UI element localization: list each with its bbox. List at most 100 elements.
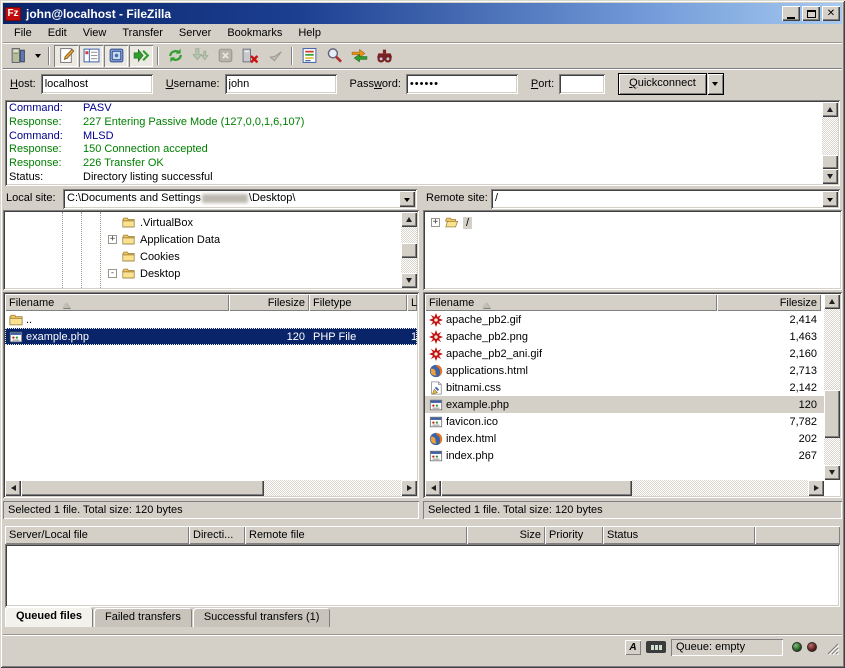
find-files-button[interactable] <box>372 45 396 67</box>
log-scrollbar[interactable] <box>822 102 838 184</box>
remote-list-header: Filename Filesize <box>425 294 824 311</box>
minimize-button[interactable] <box>782 6 800 21</box>
menu-view[interactable]: View <box>75 25 115 41</box>
column-header-filename[interactable]: Filename <box>5 294 229 311</box>
column-header-size[interactable]: Size <box>467 526 545 544</box>
column-header-filetype[interactable]: Filetype <box>309 294 407 311</box>
menu-bookmarks[interactable]: Bookmarks <box>219 25 290 41</box>
scroll-down-arrow[interactable] <box>822 169 838 184</box>
toggle-remote-tree-button[interactable] <box>104 45 128 67</box>
file-row-selected[interactable]: example.php 120 PHP File 1 <box>5 328 417 345</box>
menu-file[interactable]: File <box>6 25 40 41</box>
tree-item[interactable]: .VirtualBox <box>5 214 401 231</box>
remote-site-dropdown-button[interactable] <box>822 191 838 207</box>
file-row-selected[interactable]: example.php 120 <box>425 396 824 413</box>
toggle-transfer-queue-button[interactable] <box>129 45 153 67</box>
directory-comparison-button[interactable] <box>322 45 346 67</box>
toggle-message-log-button[interactable] <box>54 45 78 67</box>
remote-list-scrollbar[interactable] <box>824 294 840 480</box>
speed-limits-icon[interactable] <box>646 641 666 653</box>
maximize-button[interactable] <box>802 6 820 21</box>
refresh-button[interactable] <box>163 45 187 67</box>
scroll-up-arrow[interactable] <box>401 212 417 227</box>
expander[interactable]: + <box>431 218 440 227</box>
local-list-horizontal-scrollbar[interactable] <box>5 480 417 496</box>
cancel-operation-button[interactable] <box>213 45 237 67</box>
username-input[interactable] <box>225 74 337 94</box>
scroll-down-arrow[interactable] <box>401 273 417 288</box>
file-row[interactable]: apache_pb2_ani.gif 2,160 <box>425 345 824 362</box>
column-header-server-local-file[interactable]: Server/Local file <box>5 526 189 544</box>
process-queue-button[interactable] <box>188 45 212 67</box>
host-input[interactable] <box>41 74 153 94</box>
file-row[interactable]: applications.html 2,713 <box>425 362 824 379</box>
column-header-priority[interactable]: Priority <box>545 526 603 544</box>
file-row[interactable]: .. <box>5 311 417 328</box>
file-row[interactable]: index.html 202 <box>425 430 824 447</box>
expander[interactable]: - <box>108 269 117 278</box>
tab-successful-transfers[interactable]: Successful transfers (1) <box>193 608 331 627</box>
column-header-filename[interactable]: Filename <box>425 294 717 311</box>
file-row[interactable]: apache_pb2.png 1,463 <box>425 328 824 345</box>
minimize-icon <box>787 17 795 19</box>
resize-grip-icon[interactable] <box>824 640 839 655</box>
column-header-filesize[interactable]: Filesize <box>229 294 309 311</box>
scrollbar-thumb[interactable] <box>21 480 264 496</box>
local-site-combo[interactable]: C:\Documents and Settings\Desktop\ <box>63 189 417 209</box>
title-bar[interactable]: Fz john@localhost - FileZilla ✕ <box>3 3 842 24</box>
tree-item[interactable]: + / <box>425 214 840 231</box>
menu-help[interactable]: Help <box>290 25 329 41</box>
scroll-right-arrow[interactable] <box>808 480 824 496</box>
column-header-status[interactable]: Status <box>603 526 755 544</box>
remote-site-combo[interactable]: / <box>491 189 840 209</box>
tab-queued-files[interactable]: Queued files <box>5 607 93 627</box>
synchronized-browsing-button[interactable] <box>347 45 371 67</box>
site-manager-dropdown-button[interactable] <box>31 45 44 67</box>
local-tree-scrollbar[interactable] <box>401 212 417 288</box>
directory-listing-filters-button[interactable] <box>297 45 321 67</box>
scroll-right-arrow[interactable] <box>401 480 417 496</box>
tree-item[interactable]: - Desktop <box>5 265 401 282</box>
file-row[interactable]: apache_pb2.gif 2,414 <box>425 311 824 328</box>
scroll-up-arrow[interactable] <box>822 102 838 117</box>
tab-failed-transfers[interactable]: Failed transfers <box>94 608 192 627</box>
expander[interactable] <box>108 218 117 227</box>
menu-transfer[interactable]: Transfer <box>114 25 171 41</box>
scrollbar-thumb[interactable] <box>824 390 840 438</box>
reconnect-button[interactable] <box>263 45 287 67</box>
port-input[interactable] <box>559 74 605 94</box>
queue-body[interactable] <box>5 544 840 607</box>
site-manager-button[interactable] <box>6 45 30 67</box>
tree-item[interactable]: + Application Data <box>5 231 401 248</box>
local-site-dropdown-button[interactable] <box>399 191 415 207</box>
remote-list-horizontal-scrollbar[interactable] <box>425 480 824 496</box>
scroll-up-arrow[interactable] <box>824 294 840 309</box>
column-header-last-modified[interactable]: L <box>407 294 417 311</box>
menu-edit[interactable]: Edit <box>40 25 75 41</box>
column-header-direction[interactable]: Directi... <box>189 526 245 544</box>
file-row[interactable]: bitnami.css 2,142 <box>425 379 824 396</box>
quickconnect-dropdown-button[interactable] <box>708 73 724 95</box>
disconnect-button[interactable] <box>238 45 262 67</box>
column-header-remote-file[interactable]: Remote file <box>245 526 467 544</box>
tree-item[interactable]: Cookies <box>5 248 401 265</box>
close-button[interactable]: ✕ <box>822 6 840 21</box>
expander[interactable]: + <box>108 235 117 244</box>
data-type-ascii-icon[interactable]: A <box>625 640 641 655</box>
local-directory-tree[interactable]: .VirtualBox + Application Data Cookies - <box>3 210 419 290</box>
quickconnect-button[interactable]: Quickconnect <box>618 73 707 95</box>
scrollbar-thumb[interactable] <box>822 155 838 169</box>
scrollbar-thumb[interactable] <box>401 243 417 258</box>
scroll-left-arrow[interactable] <box>5 480 21 496</box>
scroll-down-arrow[interactable] <box>824 465 840 480</box>
file-row[interactable]: index.php 267 <box>425 447 824 464</box>
scrollbar-thumb[interactable] <box>441 480 632 496</box>
toggle-local-tree-button[interactable] <box>79 45 103 67</box>
remote-directory-tree[interactable]: + / <box>423 210 842 290</box>
password-input[interactable] <box>406 74 518 94</box>
menu-server[interactable]: Server <box>171 25 219 41</box>
expander[interactable] <box>108 252 117 261</box>
column-header-filesize[interactable]: Filesize <box>717 294 821 311</box>
scroll-left-arrow[interactable] <box>425 480 441 496</box>
file-row[interactable]: favicon.ico 7,782 <box>425 413 824 430</box>
